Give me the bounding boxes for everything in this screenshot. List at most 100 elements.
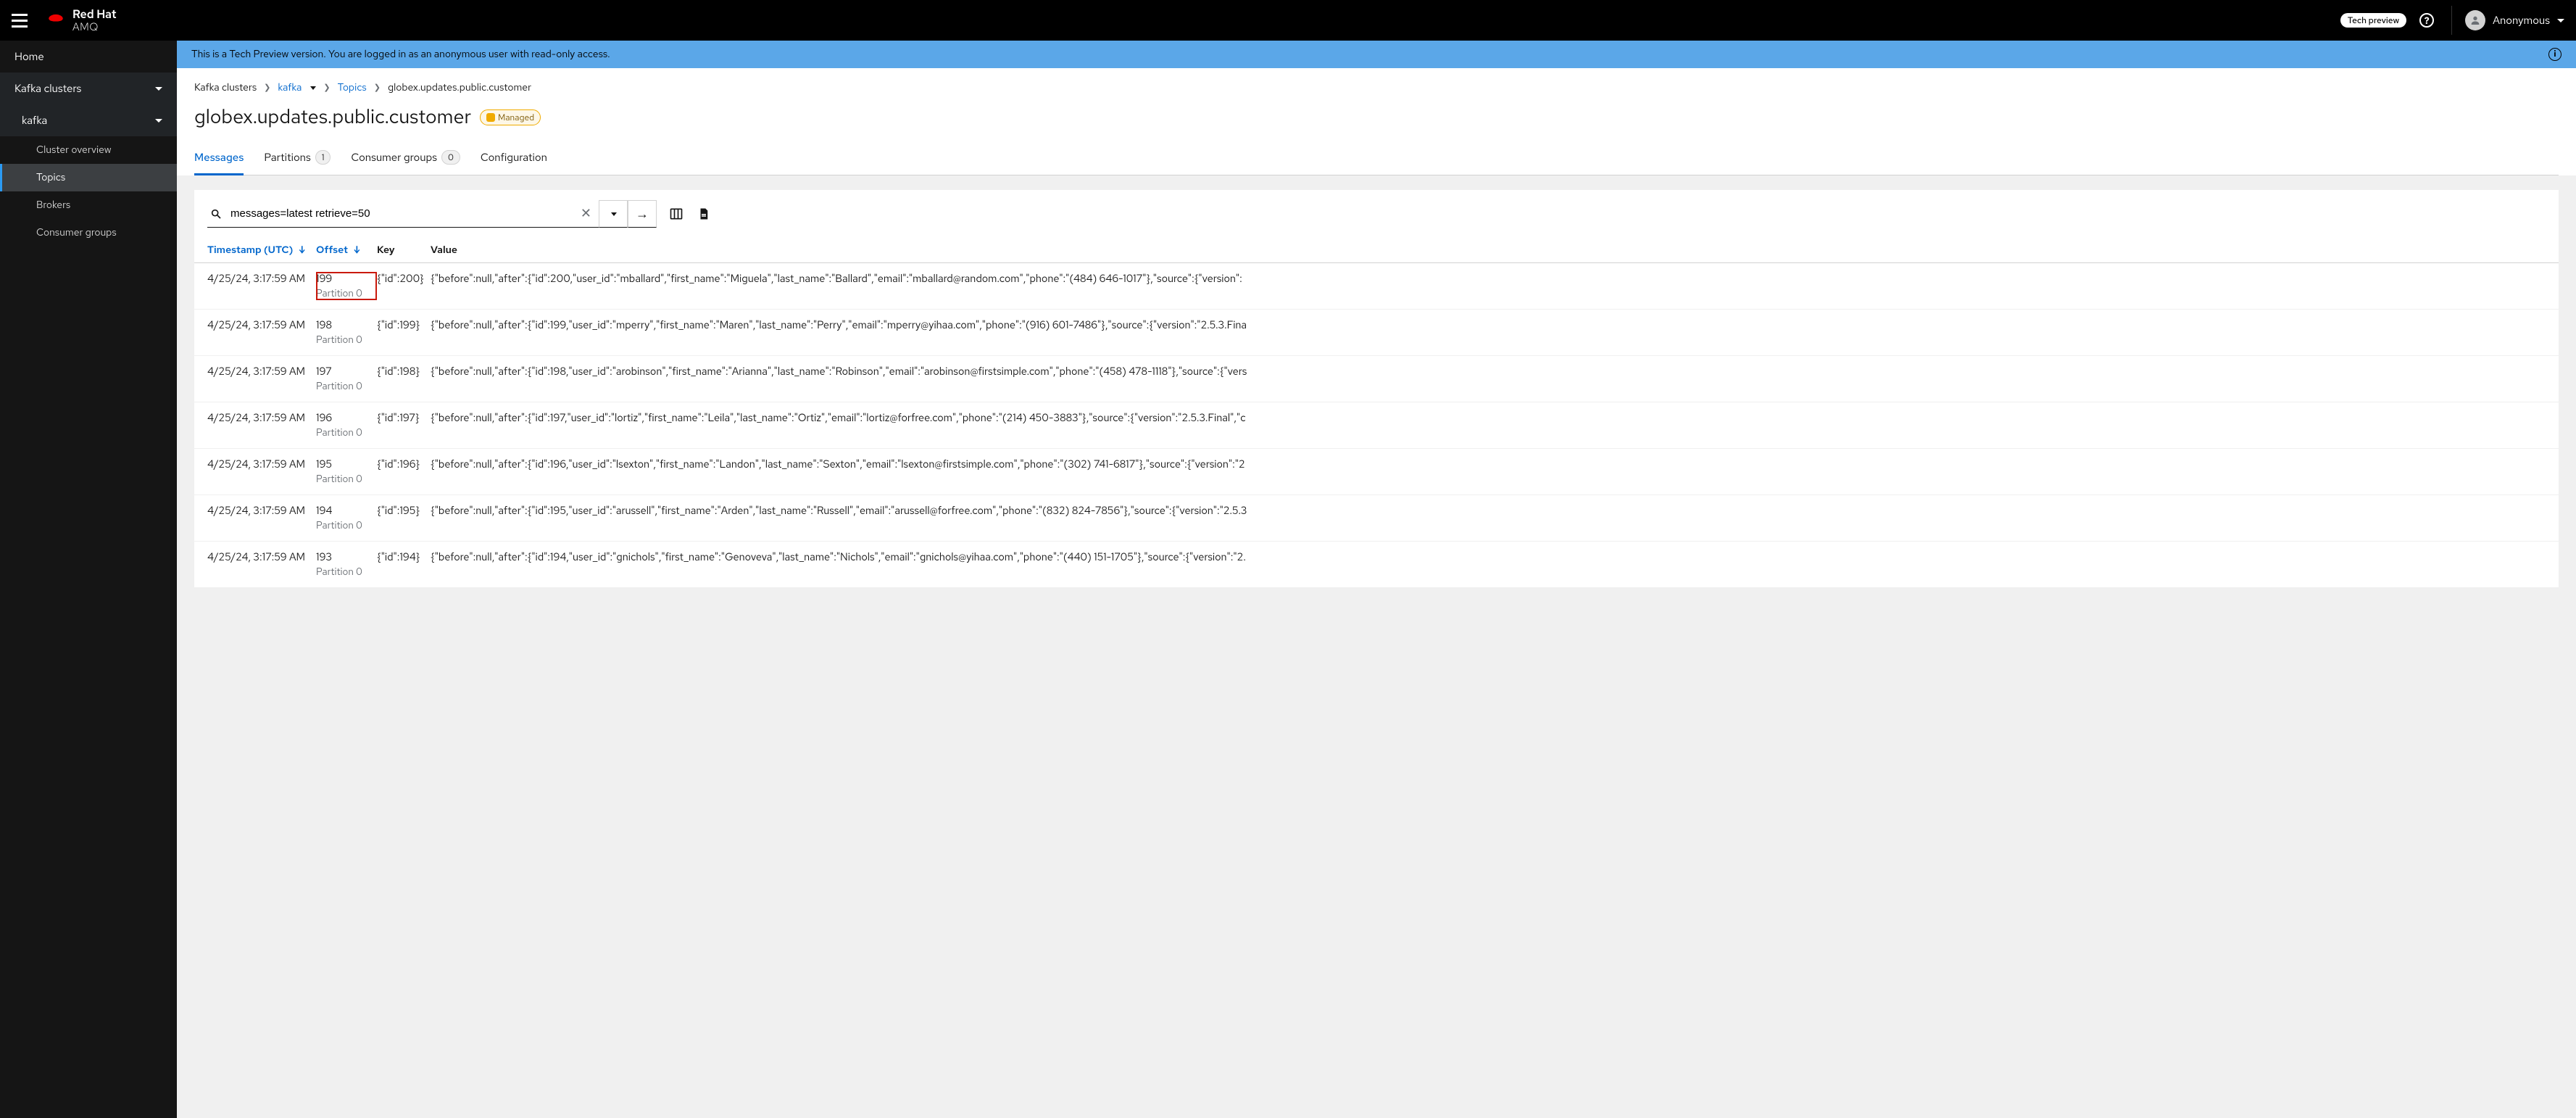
redhat-logo-icon bbox=[46, 13, 65, 28]
cell-partition: Partition 0 bbox=[316, 519, 377, 532]
cell-partition: Partition 0 bbox=[316, 566, 377, 579]
cell-key: {"id":198} bbox=[377, 365, 431, 378]
cell-partition: Partition 0 bbox=[316, 473, 377, 486]
col-header-value[interactable]: Value bbox=[431, 244, 2546, 257]
breadcrumb-cluster[interactable]: kafka bbox=[278, 81, 302, 94]
tab-consumer-groups[interactable]: Consumer groups 0 bbox=[351, 143, 460, 175]
cell-key: {"id":196} bbox=[377, 457, 431, 471]
col-header-timestamp[interactable]: Timestamp (UTC)↓ bbox=[207, 244, 316, 257]
export-icon[interactable] bbox=[696, 206, 712, 222]
col-header-offset[interactable]: Offset↓ bbox=[316, 244, 377, 257]
tabs: Messages Partitions1 Consumer groups 0 Confi… bbox=[194, 143, 2559, 175]
brand-title: Red Hat bbox=[72, 8, 117, 21]
cell-timestamp: 4/25/24, 3:17:59 AM bbox=[207, 272, 316, 286]
chevron-down-icon bbox=[155, 87, 162, 91]
sidebar-item-home[interactable]: Home bbox=[0, 41, 177, 73]
table-row[interactable]: 4/25/24, 3:17:59 AM198Partition 0{"id":1… bbox=[194, 310, 2559, 356]
cell-value: {"before":null,"after":{"id":197,"user_i… bbox=[431, 411, 2546, 425]
sidebar-item-kafka-clusters[interactable]: Kafka clusters bbox=[0, 73, 177, 104]
cell-offset: 193Partition 0 bbox=[316, 550, 377, 579]
cell-partition: Partition 0 bbox=[316, 426, 377, 439]
search-box[interactable]: ✕ bbox=[207, 200, 599, 228]
masthead: Red Hat AMQ Tech preview ? Anonymous bbox=[0, 0, 2576, 41]
cell-partition: Partition 0 bbox=[316, 287, 377, 300]
sidebar-item-label: Home bbox=[14, 49, 44, 64]
tech-preview-chip: Tech preview bbox=[2340, 13, 2406, 28]
tab-count: 1 bbox=[315, 150, 331, 165]
search-icon bbox=[210, 208, 222, 220]
search-input[interactable] bbox=[226, 204, 576, 223]
cell-value: {"before":null,"after":{"id":195,"user_i… bbox=[431, 504, 2546, 518]
info-icon[interactable]: i bbox=[2548, 48, 2562, 61]
tab-messages[interactable]: Messages bbox=[194, 143, 244, 175]
table-row[interactable]: 4/25/24, 3:17:59 AM199Partition 0{"id":2… bbox=[194, 263, 2559, 310]
cell-offset: 196Partition 0 bbox=[316, 411, 377, 439]
cell-timestamp: 4/25/24, 3:17:59 AM bbox=[207, 457, 316, 471]
tab-configuration[interactable]: Configuration bbox=[481, 143, 547, 175]
page-title: globex.updates.public.customer bbox=[194, 104, 471, 130]
cell-offset: 197Partition 0 bbox=[316, 365, 377, 393]
sidebar-item-topics[interactable]: Topics bbox=[0, 164, 177, 191]
user-menu[interactable]: Anonymous bbox=[2465, 10, 2564, 30]
chevron-right-icon: ❯ bbox=[264, 83, 270, 93]
chevron-down-icon bbox=[155, 119, 162, 123]
cell-offset: 195Partition 0 bbox=[316, 457, 377, 486]
cell-key: {"id":197} bbox=[377, 411, 431, 425]
table-row[interactable]: 4/25/24, 3:17:59 AM196Partition 0{"id":1… bbox=[194, 402, 2559, 449]
sort-desc-icon: ↓ bbox=[299, 244, 305, 257]
caret-down-icon bbox=[2557, 19, 2564, 22]
brand[interactable]: Red Hat AMQ bbox=[46, 8, 117, 33]
sort-desc-icon: ↓ bbox=[354, 244, 360, 257]
breadcrumb: Kafka clusters ❯ kafka ❯ Topics ❯ globex… bbox=[194, 77, 2559, 104]
help-icon[interactable]: ? bbox=[2419, 13, 2434, 28]
cell-value: {"before":null,"after":{"id":196,"user_i… bbox=[431, 457, 2546, 471]
clear-icon[interactable]: ✕ bbox=[576, 205, 596, 222]
sidebar-item-brokers[interactable]: Brokers bbox=[0, 191, 177, 219]
cell-value: {"before":null,"after":{"id":199,"user_i… bbox=[431, 318, 2546, 332]
tech-preview-banner: This is a Tech Preview version. You are … bbox=[177, 41, 2576, 68]
sidebar: Home Kafka clusters kafka Cluster overvi… bbox=[0, 41, 177, 1118]
cell-value: {"before":null,"after":{"id":198,"user_i… bbox=[431, 365, 2546, 378]
tab-label: Messages bbox=[194, 150, 244, 165]
filter-dropdown-button[interactable] bbox=[599, 200, 628, 228]
caret-down-icon[interactable] bbox=[310, 86, 316, 90]
chevron-right-icon: ❯ bbox=[323, 83, 330, 93]
cell-value: {"before":null,"after":{"id":194,"user_i… bbox=[431, 550, 2546, 564]
toolbar: ✕ → bbox=[194, 190, 2559, 238]
cell-value: {"before":null,"after":{"id":200,"user_i… bbox=[431, 272, 2546, 286]
arrow-right-icon: → bbox=[636, 206, 649, 223]
cell-key: {"id":194} bbox=[377, 550, 431, 564]
brand-subtitle: AMQ bbox=[72, 21, 117, 33]
sidebar-item-label: Kafka clusters bbox=[14, 81, 81, 96]
banner-text: This is a Tech Preview version. You are … bbox=[191, 48, 610, 61]
avatar-icon bbox=[2465, 10, 2485, 30]
cell-partition: Partition 0 bbox=[316, 380, 377, 393]
table-row[interactable]: 4/25/24, 3:17:59 AM197Partition 0{"id":1… bbox=[194, 356, 2559, 402]
breadcrumb-current: globex.updates.public.customer bbox=[388, 81, 531, 94]
submit-search-button[interactable]: → bbox=[628, 200, 657, 228]
cell-partition: Partition 0 bbox=[316, 334, 377, 347]
cell-offset: 199Partition 0 bbox=[316, 272, 377, 300]
table-row[interactable]: 4/25/24, 3:17:59 AM193Partition 0{"id":1… bbox=[194, 542, 2559, 588]
breadcrumb-section[interactable]: Topics bbox=[338, 81, 367, 94]
table-row[interactable]: 4/25/24, 3:17:59 AM194Partition 0{"id":1… bbox=[194, 495, 2559, 542]
managed-badge: Managed bbox=[480, 109, 541, 125]
cell-offset: 198Partition 0 bbox=[316, 318, 377, 347]
cell-timestamp: 4/25/24, 3:17:59 AM bbox=[207, 550, 316, 564]
sidebar-item-cluster-overview[interactable]: Cluster overview bbox=[0, 136, 177, 164]
user-name: Anonymous bbox=[2493, 13, 2550, 28]
table-row[interactable]: 4/25/24, 3:17:59 AM195Partition 0{"id":1… bbox=[194, 449, 2559, 495]
col-header-key[interactable]: Key bbox=[377, 244, 431, 257]
tab-label: Consumer groups bbox=[351, 150, 437, 165]
sidebar-item-consumer-groups[interactable]: Consumer groups bbox=[0, 219, 177, 247]
sidebar-item-cluster[interactable]: kafka bbox=[0, 104, 177, 136]
tab-partitions[interactable]: Partitions1 bbox=[264, 143, 331, 175]
cell-timestamp: 4/25/24, 3:17:59 AM bbox=[207, 411, 316, 425]
columns-icon[interactable] bbox=[668, 206, 684, 222]
cell-key: {"id":200} bbox=[377, 272, 431, 286]
breadcrumb-root[interactable]: Kafka clusters bbox=[194, 81, 257, 94]
messages-table: Timestamp (UTC)↓ Offset↓ Key Value bbox=[194, 238, 2559, 588]
divider bbox=[2451, 6, 2452, 35]
tab-count: 0 bbox=[441, 150, 460, 165]
menu-toggle-button[interactable] bbox=[12, 12, 29, 29]
